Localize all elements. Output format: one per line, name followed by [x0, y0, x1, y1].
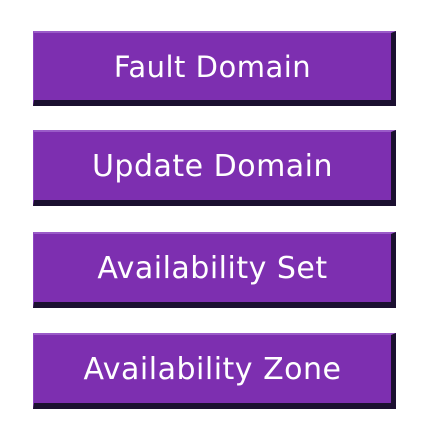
update-domain-box: Update Domain	[33, 130, 396, 206]
availability-set-box: Availability Set	[33, 232, 396, 308]
availability-concepts-diagram: Fault Domain Update Domain Availability …	[0, 0, 432, 435]
fault-domain-label: Fault Domain	[113, 49, 312, 84]
availability-zone-label: Availability Zone	[83, 351, 342, 387]
fault-domain-box: Fault Domain	[33, 31, 396, 106]
update-domain-label: Update Domain	[91, 148, 334, 184]
availability-zone-box: Availability Zone	[33, 333, 396, 409]
availability-set-label: Availability Set	[97, 250, 328, 286]
